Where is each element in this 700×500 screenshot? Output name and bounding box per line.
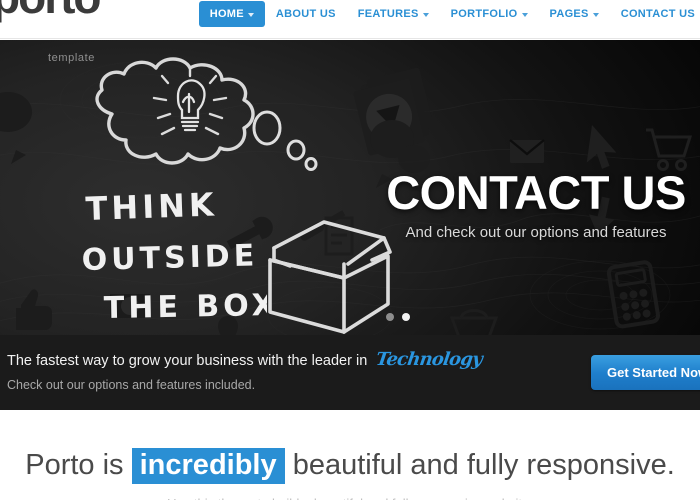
chalk-line-1: THINK xyxy=(85,185,218,228)
nav-item-portfolio[interactable]: PORTFOLIO xyxy=(440,1,539,27)
nav-item-pages[interactable]: PAGES xyxy=(539,1,610,27)
chevron-down-icon xyxy=(247,13,254,17)
hero-slider[interactable]: THINK OUTSIDE THE BOX CONTACT US And che… xyxy=(0,40,700,335)
cta-secondary-line: Check out our options and features inclu… xyxy=(7,378,256,392)
main-navigation: HOME ABOUT US FEATURES PORTFOLIO PAGES C… xyxy=(198,1,700,27)
site-header: porto template HOME ABOUT US FEATURES PO… xyxy=(0,0,700,64)
nav-item-home[interactable]: HOME xyxy=(198,1,265,27)
logo-tagline: template xyxy=(48,52,95,64)
chevron-down-icon xyxy=(521,13,528,17)
logo-wordmark: porto xyxy=(0,0,102,20)
nav-item-label: FEATURES xyxy=(357,8,419,20)
nav-item-about-us[interactable]: ABOUT US xyxy=(265,1,347,27)
calculator-icon xyxy=(606,260,661,329)
cta-script-word: Technology xyxy=(374,349,484,370)
basket-icon xyxy=(449,309,499,335)
chalk-thought-bubble xyxy=(95,57,318,171)
hero-subtitle: And check out our options and features xyxy=(405,224,667,242)
nav-item-features[interactable]: FEATURES xyxy=(347,1,440,27)
shopping-cart-icon xyxy=(646,128,693,171)
slider-dot-1[interactable] xyxy=(386,313,394,321)
page-subheadline: Use this theme to build a beautiful and … xyxy=(0,496,700,500)
intro-section: Porto is incredibly beautiful and fully … xyxy=(0,410,700,500)
hero-copy: CONTACT US And check out our options and… xyxy=(326,166,700,242)
cta-text-block: The fastest way to grow your business wi… xyxy=(7,349,484,392)
headline-after: beautiful and fully responsive. xyxy=(292,449,675,481)
get-started-button[interactable]: Get Started Now! xyxy=(591,355,700,390)
site-logo[interactable]: porto xyxy=(0,0,102,20)
nav-item-label: CONTACT US xyxy=(620,8,695,20)
speech-bubble-icon xyxy=(0,92,33,164)
slider-pagination xyxy=(386,313,410,321)
cta-primary-text: The fastest way to grow your business wi… xyxy=(7,353,368,369)
chalk-line-2: OUTSIDE xyxy=(82,238,259,278)
cta-primary-line: The fastest way to grow your business wi… xyxy=(7,349,484,370)
nav-item-label: PORTFOLIO xyxy=(450,8,518,20)
headline-highlight: incredibly xyxy=(131,448,285,484)
page-headline: Porto is incredibly beautiful and fully … xyxy=(0,448,700,484)
chevron-down-icon xyxy=(592,13,599,17)
nav-item-label: HOME xyxy=(209,8,244,20)
envelope-icon xyxy=(509,139,545,163)
page-root: porto template HOME ABOUT US FEATURES PO… xyxy=(0,0,700,500)
chalk-line-3: THE BOX xyxy=(104,288,267,326)
hero-title: CONTACT US xyxy=(386,166,686,219)
chalk-headline-text: THINK OUTSIDE THE BOX xyxy=(82,185,267,326)
header-divider xyxy=(0,38,700,39)
nav-item-label: ABOUT US xyxy=(275,8,336,20)
thumbs-up-icon xyxy=(16,289,52,330)
chevron-down-icon xyxy=(422,13,429,17)
cursor-arrow-icon xyxy=(586,125,617,169)
nav-item-label: PAGES xyxy=(549,8,589,20)
headline-before: Porto is xyxy=(25,449,124,481)
nav-item-contact-us[interactable]: CONTACT US xyxy=(610,1,700,27)
slider-dot-2[interactable] xyxy=(402,313,410,321)
